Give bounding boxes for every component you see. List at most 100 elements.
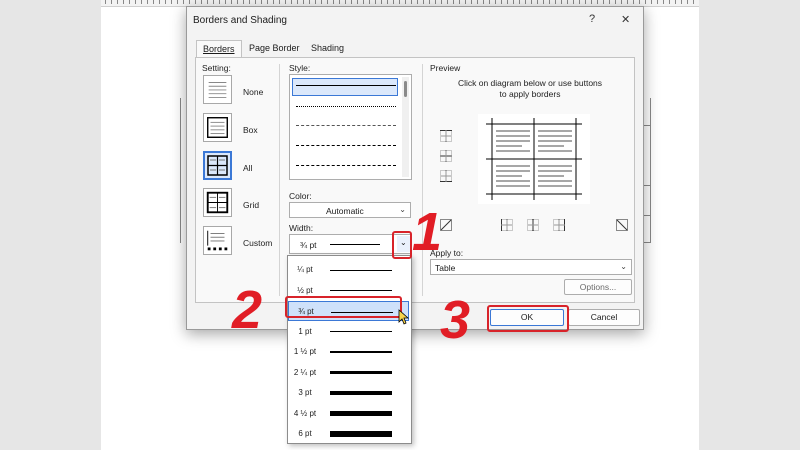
style-option-dash-dot[interactable] (296, 165, 396, 166)
ruler-tick (213, 0, 214, 4)
setting-grid-option[interactable] (203, 188, 232, 217)
style-option-selected[interactable] (292, 78, 398, 96)
tab-page-border[interactable]: Page Border (243, 40, 306, 57)
doc-table-border (180, 98, 181, 243)
preview-diagram[interactable] (478, 114, 590, 204)
ruler-tick (459, 0, 460, 4)
width-label: Width: (289, 223, 314, 233)
style-option-dotted[interactable] (296, 106, 396, 107)
ruler-tick (369, 0, 370, 4)
ruler-tick (129, 0, 130, 4)
style-option-dashed-small[interactable] (296, 125, 396, 126)
bottom-border-button[interactable] (439, 169, 453, 183)
ruler-tick (471, 0, 472, 4)
color-dropdown[interactable]: Automatic ⌄ (289, 202, 411, 218)
apply-to-dropdown[interactable]: Table ⌄ (430, 259, 632, 275)
width-option-label: 6 pt (298, 429, 312, 438)
ruler-tick (651, 0, 652, 4)
setting-custom-option[interactable] (203, 226, 232, 255)
ruler-tick (351, 0, 352, 4)
width-option[interactable]: 1 ½ pt (288, 342, 409, 362)
tab-label: Shading (311, 43, 345, 53)
options-button[interactable]: Options... (564, 279, 632, 295)
ruler-tick (345, 0, 346, 4)
ruler-tick (603, 0, 604, 4)
setting-none-option[interactable] (203, 75, 232, 104)
ruler-tick (225, 0, 226, 4)
chevron-down-icon: ⌄ (620, 262, 627, 271)
width-option[interactable]: 6 pt (288, 424, 409, 444)
left-border-button[interactable] (500, 218, 514, 232)
style-listbox[interactable] (289, 74, 412, 180)
width-option-line (330, 431, 392, 437)
width-option[interactable]: 1 pt (288, 322, 409, 342)
divider (279, 64, 280, 296)
ruler-tick (171, 0, 172, 4)
ruler-tick (609, 0, 610, 4)
ruler-tick (693, 0, 694, 4)
diagonal-down-border-button[interactable] (615, 218, 629, 232)
style-option-dashed[interactable] (296, 145, 396, 146)
color-label: Color: (289, 191, 312, 201)
width-option[interactable]: ¼ pt (288, 260, 409, 280)
ruler-tick (321, 0, 322, 4)
setting-all-label: All (243, 163, 253, 173)
ruler-tick (333, 0, 334, 4)
width-options-list[interactable]: ¼ pt ½ pt ¾ pt 1 pt 1 ½ pt 2 ¼ pt 3 pt 4 ½ pt 6 … (287, 255, 412, 444)
inside-vertical-border-button[interactable] (526, 218, 540, 232)
setting-label: Setting: (202, 63, 231, 73)
scroll-thumb[interactable] (404, 81, 407, 97)
preview-instruction: to apply borders (499, 89, 561, 99)
setting-all-icon (207, 155, 228, 176)
ruler-tick (585, 0, 586, 4)
left-border-icon (501, 219, 513, 231)
ruler-tick (687, 0, 688, 4)
ruler-tick (591, 0, 592, 4)
ruler-tick (219, 0, 220, 4)
cancel-button[interactable]: Cancel (568, 309, 640, 326)
ruler-tick (393, 0, 394, 4)
setting-all-option[interactable] (203, 151, 232, 180)
ruler-tick (237, 0, 238, 4)
ruler-tick (639, 0, 640, 4)
setting-custom-label: Custom (243, 238, 273, 248)
close-button[interactable]: ✕ (621, 13, 630, 26)
ruler-tick (429, 0, 430, 4)
ruler-tick (123, 0, 124, 4)
close-icon: ✕ (621, 14, 631, 26)
style-option-solid[interactable] (296, 85, 396, 86)
width-option-label: 1 ½ pt (293, 347, 317, 356)
width-option[interactable]: 3 pt (288, 383, 409, 403)
width-sample-line (330, 244, 380, 245)
ruler-tick (141, 0, 142, 4)
ruler-tick (525, 0, 526, 4)
tab-borders[interactable]: Borders (196, 40, 242, 58)
ruler-tick (261, 0, 262, 4)
width-option-line (330, 269, 392, 271)
help-button[interactable]: ? (589, 13, 595, 25)
width-option-label: 1 pt (298, 326, 312, 336)
ruler-tick (243, 0, 244, 4)
setting-none-label: None (243, 87, 264, 97)
style-scrollbar[interactable] (402, 77, 409, 177)
top-border-button[interactable] (439, 129, 453, 143)
inside-horizontal-border-button[interactable] (439, 149, 453, 163)
ruler-tick (663, 0, 664, 4)
ruler-tick (615, 0, 616, 4)
setting-grid-label: Grid (243, 200, 260, 210)
right-border-button[interactable] (552, 218, 566, 232)
ruler-tick (435, 0, 436, 4)
highlight-ok-button (487, 305, 569, 332)
ruler-tick (267, 0, 268, 4)
ruler-tick (411, 0, 412, 4)
setting-box-option[interactable] (203, 113, 232, 142)
diagonal-down-border-icon (616, 219, 628, 231)
ruler-tick (309, 0, 310, 4)
ruler-tick (405, 0, 406, 4)
ruler-tick (633, 0, 634, 4)
ruler-tick (207, 0, 208, 4)
width-option[interactable]: 2 ¼ pt (288, 363, 409, 383)
width-option[interactable]: 4 ½ pt (288, 404, 409, 424)
ruler-tick (363, 0, 364, 4)
tab-shading[interactable]: Shading (305, 40, 350, 57)
